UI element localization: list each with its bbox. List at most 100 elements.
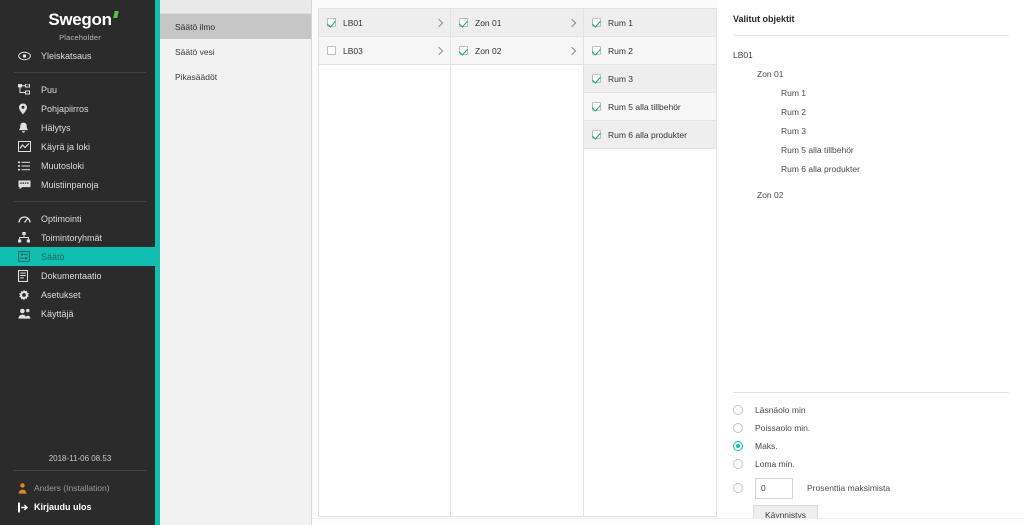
document-icon (18, 269, 34, 282)
tree-icon (18, 84, 34, 96)
bell-icon (18, 122, 34, 134)
comment-icon (18, 179, 34, 191)
checkbox-icon[interactable] (327, 18, 336, 27)
radio-icon[interactable] (733, 423, 743, 433)
table-row[interactable]: Rum 2 (584, 37, 716, 65)
checkbox-icon[interactable] (592, 18, 601, 27)
radio-option-loma-min[interactable]: Loma min. (733, 455, 1009, 473)
radio-option-poissaolo-min[interactable]: Poissaolo min. (733, 419, 1009, 437)
sidebar-item-label: Säätö (41, 251, 65, 262)
sidebar-item-yleiskatsaus[interactable]: Yleiskatsaus (0, 46, 160, 65)
tree-node: Rum 2 (781, 107, 807, 117)
sidebar-item-pohjapiirros[interactable]: Pohjapiirros (0, 99, 160, 118)
map-pin-icon (18, 103, 34, 115)
sidebar-divider-1 (14, 72, 146, 73)
current-user-row[interactable]: Anders (Installation) (0, 479, 160, 497)
table-row[interactable]: Zon 02 (451, 37, 583, 65)
sidebar-item-asetukset[interactable]: Asetukset (0, 285, 160, 304)
sidebar-item-label: Puu (41, 84, 58, 95)
submenu-item-saato-vesi[interactable]: Säätö vesi (160, 39, 311, 64)
radio-icon[interactable] (733, 405, 743, 415)
sidebar-item-kayra-ja-loki[interactable]: Käyrä ja loki (0, 137, 160, 156)
table-row[interactable]: LB01 (319, 9, 450, 37)
row-label: Rum 6 alla produkter (608, 129, 687, 140)
radio-option-lasnaolo-min[interactable]: Läsnäolo min (733, 401, 1009, 419)
user-icon (18, 482, 34, 494)
checkbox-icon[interactable] (592, 74, 601, 83)
tree-node: Rum 6 alla produkter (781, 164, 860, 174)
users-icon (18, 308, 34, 320)
table-row[interactable]: LB03 (319, 37, 450, 65)
percent-input[interactable] (755, 477, 793, 499)
page-title: Valitut objektit (733, 14, 795, 24)
checkbox-icon[interactable] (327, 46, 336, 55)
chart-line-icon (18, 141, 34, 153)
table-row[interactable]: Rum 3 (584, 65, 716, 93)
chevron-right-icon[interactable] (568, 46, 577, 55)
sidebar-item-label: Yleiskatsaus (41, 50, 92, 61)
brand-logo: Swegon (48, 10, 119, 30)
sidebar-item-puu[interactable]: Puu (0, 80, 160, 99)
sidebar-item-label: Käyttäjä (41, 308, 74, 319)
tree-node: Rum 3 (781, 126, 807, 136)
radio-icon[interactable] (733, 459, 743, 469)
radio-icon[interactable] (733, 483, 743, 493)
selected-objects-tree: LB01 Zon 01 Rum 1 Rum 2 Rum 3 Rum 5 alla… (733, 46, 1009, 205)
table-row[interactable]: Rum 6 alla produkter (584, 121, 716, 149)
radio-option-maks[interactable]: Maks. (733, 437, 1009, 455)
divider (733, 35, 1009, 36)
checkbox-icon[interactable] (459, 18, 468, 27)
chevron-right-icon[interactable] (435, 46, 444, 55)
eye-icon (18, 50, 34, 62)
sidebar-item-dokumentaatio[interactable]: Dokumentaatio (0, 266, 160, 285)
table-row[interactable]: Zon 01 (451, 9, 583, 37)
radio-icon[interactable] (733, 441, 743, 451)
row-label: Rum 2 (608, 45, 634, 56)
row-label: Rum 5 alla tillbehör (608, 101, 681, 112)
checkbox-icon[interactable] (592, 46, 601, 55)
sidebar-item-optimointi[interactable]: Optimointi (0, 209, 160, 228)
logout-label: Kirjaudu ulos (34, 502, 92, 512)
submenu-item-saato-ilmo[interactable]: Säätö ilmo (160, 14, 311, 39)
percent-option-row[interactable]: Prosenttia maksimista (733, 475, 1009, 501)
panel-spacer (733, 205, 1009, 392)
radio-label: Maks. (755, 441, 778, 451)
percent-label: Prosenttia maksimista (807, 483, 891, 493)
gear-icon (18, 289, 34, 301)
brand-subtitle: Placeholder (59, 33, 101, 42)
checkbox-icon[interactable] (592, 130, 601, 139)
sidebar-item-label: Asetukset (41, 289, 81, 300)
current-user-label: Anders (Installation) (34, 483, 110, 493)
checkbox-icon[interactable] (592, 102, 601, 111)
sidebar-item-halytys[interactable]: Hälytys (0, 118, 160, 137)
tree-node: Zon 01 (757, 69, 784, 79)
zone-column: Zon 01 Zon 02 (451, 8, 584, 517)
chevron-right-icon[interactable] (568, 18, 577, 27)
table-row[interactable]: Rum 1 (584, 9, 716, 37)
sidebar-item-muutosloki[interactable]: Muutosloki (0, 156, 160, 175)
sidebar-item-label: Hälytys (41, 122, 71, 133)
sidebar-divider-3 (14, 470, 146, 471)
gauge-icon (18, 213, 34, 225)
selected-objects-panel: Valitut objektit LB01 Zon 01 Rum 1 Rum 2… (717, 0, 1024, 525)
divider (733, 392, 1009, 393)
radio-label: Loma min. (755, 459, 795, 469)
selection-columns: LB01 LB03 Zon 01 Zon 02 Rum 1 Rum 2 Rum … (312, 0, 717, 525)
sidebar-item-toimintoryhmat[interactable]: Toimintoryhmät (0, 228, 160, 247)
sidebar-datetime: 2018-11-06 08.53 (48, 454, 112, 463)
row-label: Zon 01 (475, 17, 502, 28)
chevron-right-icon[interactable] (435, 18, 444, 27)
sidebar-divider-2 (14, 201, 146, 202)
sidebar-item-label: Käyrä ja loki (41, 141, 91, 152)
sidebar-item-muistiinpanoja[interactable]: Muistiinpanoja (0, 175, 160, 194)
table-row[interactable]: Rum 5 alla tillbehör (584, 93, 716, 121)
sitemap-icon (18, 232, 34, 244)
room-column: Rum 1 Rum 2 Rum 3 Rum 5 alla tillbehör R… (584, 8, 717, 517)
sidebar-item-saato[interactable]: Säätö (0, 247, 160, 266)
left-sidebar: Swegon Placeholder Yleiskatsaus Puu Pohj… (0, 0, 160, 525)
checkbox-icon[interactable] (459, 46, 468, 55)
logout-row[interactable]: Kirjaudu ulos (0, 497, 160, 517)
submenu-item-pikasaadot[interactable]: Pikasäädöt (160, 64, 311, 89)
sidebar-item-kayttaja[interactable]: Käyttäjä (0, 304, 160, 323)
